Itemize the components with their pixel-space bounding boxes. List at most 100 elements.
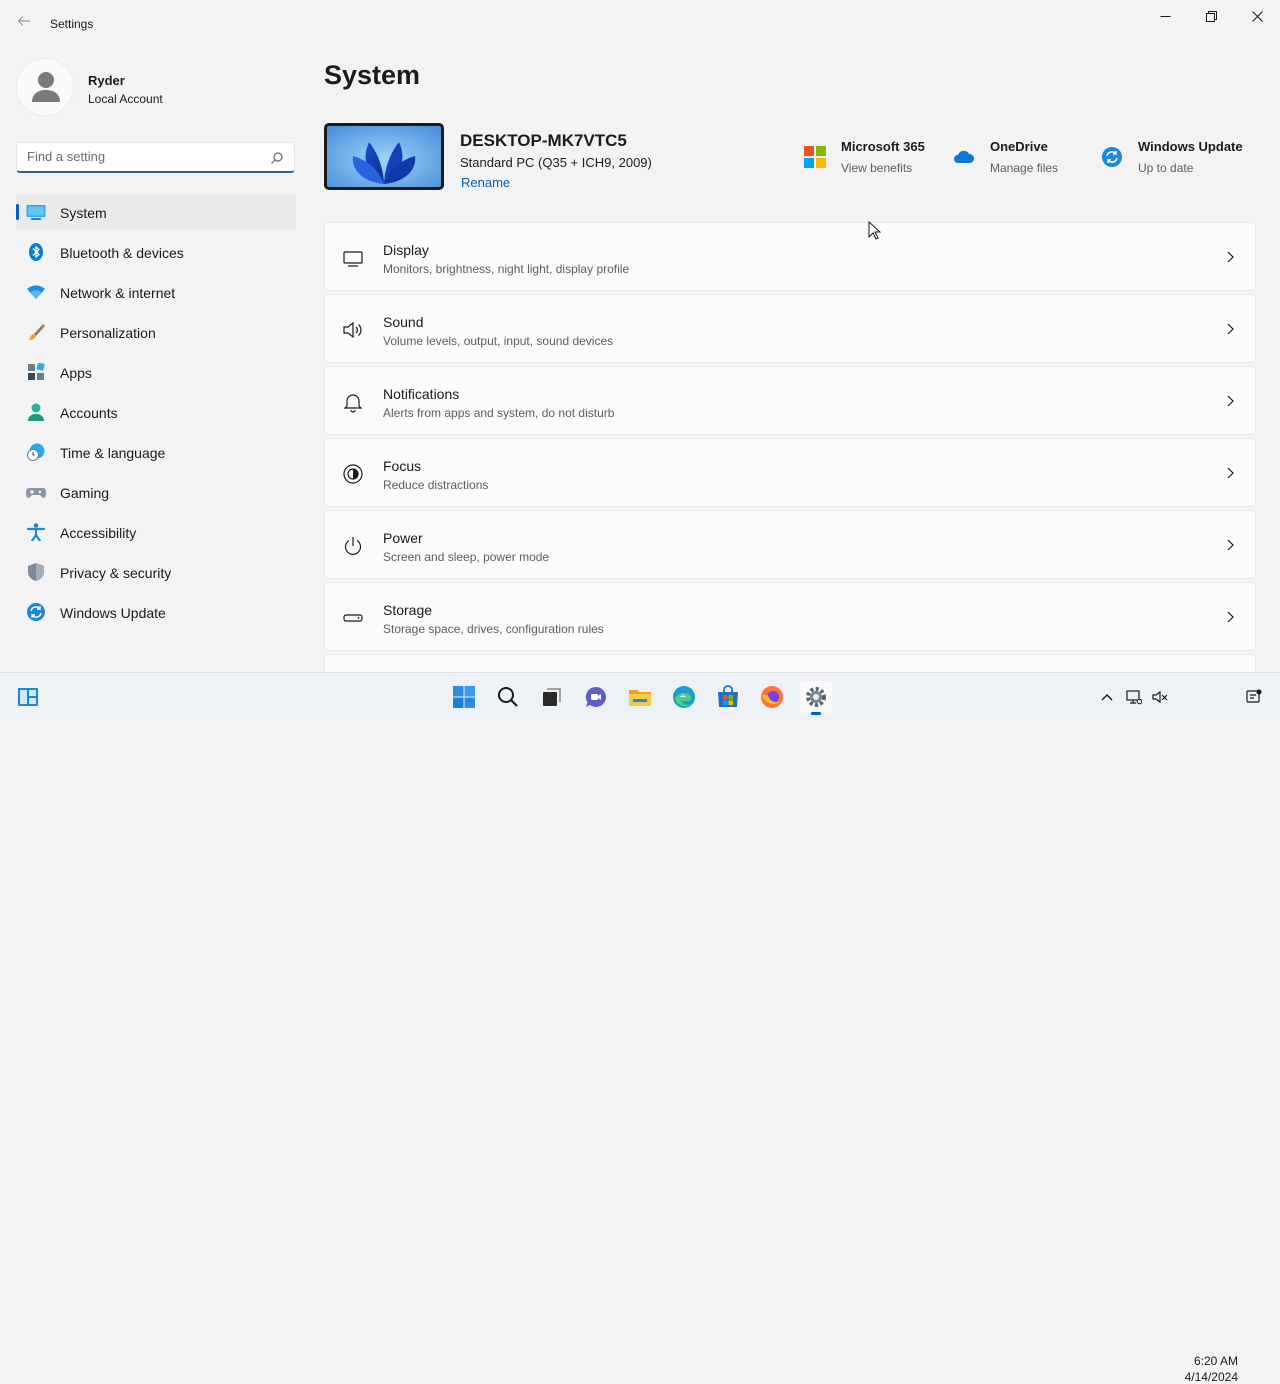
rename-link[interactable]: Rename (461, 175, 510, 190)
device-wallpaper-thumbnail (324, 123, 444, 190)
windows-bloom-wallpaper-icon (327, 126, 441, 187)
minimize-button[interactable] (1142, 0, 1188, 32)
sidebar-item-label: Bluetooth & devices (60, 245, 184, 261)
back-button[interactable] (12, 12, 36, 36)
sound-card[interactable]: Sound Volume levels, output, input, soun… (324, 294, 1256, 363)
card-title: Focus (383, 458, 422, 474)
mouse-cursor-icon (868, 221, 882, 240)
task-view-button[interactable] (536, 681, 568, 713)
start-icon (453, 686, 475, 708)
quick-link-subtitle: Manage files (990, 161, 1059, 175)
clock-globe-icon (27, 443, 45, 461)
card-title: Notifications (383, 386, 460, 402)
quick-link-title: OneDrive (990, 139, 1048, 154)
task-view-icon (543, 688, 561, 706)
sidebar-item-label: Accounts (60, 405, 118, 421)
chevron-right-icon (1227, 395, 1234, 407)
display-card[interactable]: Display Monitors, brightness, night ligh… (324, 222, 1256, 291)
chevron-right-icon (1227, 323, 1234, 335)
sidebar-item-label: Time & language (60, 445, 166, 461)
card-subtitle: Volume levels, output, input, sound devi… (383, 334, 614, 348)
next-card-partial[interactable] (324, 654, 1256, 674)
close-icon (1251, 10, 1263, 22)
sidebar-item-apps[interactable]: Apps (16, 354, 296, 390)
sidebar-item-privacy[interactable]: Privacy & security (16, 554, 296, 590)
notifications-card[interactable]: Notifications Alerts from apps and syste… (324, 366, 1256, 435)
search-icon (498, 687, 518, 707)
sidebar-item-label: Personalization (60, 325, 156, 341)
sidebar-item-network[interactable]: Network & internet (16, 274, 296, 310)
active-app-indicator (811, 712, 821, 715)
monitor-icon (343, 251, 363, 267)
power-icon (344, 537, 362, 555)
sidebar-item-windows-update[interactable]: Windows Update (16, 594, 296, 630)
user-profile[interactable]: Ryder Local Account (16, 58, 296, 116)
search-input[interactable] (27, 149, 257, 164)
settings-taskbar-button[interactable] (800, 681, 832, 715)
sidebar-item-gaming[interactable]: Gaming (16, 474, 296, 510)
system-icon (26, 205, 46, 220)
accounts-icon (28, 403, 44, 421)
search-taskbar-button[interactable] (492, 681, 524, 713)
settings-cards: Display Monitors, brightness, night ligh… (324, 222, 1256, 677)
sidebar-item-bluetooth[interactable]: Bluetooth & devices (16, 234, 296, 270)
volume-muted-icon[interactable] (1152, 689, 1168, 705)
bluetooth-icon (29, 243, 43, 261)
firefox-button[interactable] (756, 681, 788, 713)
chevron-up-icon[interactable] (1099, 689, 1115, 705)
focus-card[interactable]: Focus Reduce distractions (324, 438, 1256, 507)
sidebar-item-label: Network & internet (60, 285, 176, 301)
settings-window: Settings Ryder Local Account System (0, 0, 1280, 674)
card-subtitle: Storage space, drives, configuration rul… (383, 622, 604, 636)
search-icon[interactable] (270, 151, 284, 165)
start-button[interactable] (448, 681, 480, 713)
brush-icon (29, 324, 45, 340)
edge-button[interactable] (668, 681, 700, 713)
sidebar-item-system[interactable]: System (16, 194, 296, 230)
store-icon (718, 685, 738, 707)
sidebar-item-label: Gaming (60, 485, 110, 501)
network-tray-icon[interactable] (1126, 689, 1142, 705)
card-subtitle: Alerts from apps and system, do not dist… (383, 406, 615, 420)
sidebar-item-time-language[interactable]: Time & language (16, 434, 296, 470)
sidebar-item-personalization[interactable]: Personalization (16, 314, 296, 350)
sidebar-item-accessibility[interactable]: Accessibility (16, 514, 296, 550)
shield-icon (28, 563, 44, 581)
app-title: Settings (50, 17, 94, 31)
widgets-button[interactable] (12, 681, 44, 713)
chevron-right-icon (1227, 251, 1234, 263)
file-explorer-button[interactable] (624, 681, 656, 713)
account-type: Local Account (88, 92, 163, 106)
accessibility-icon (26, 523, 46, 541)
clock-time[interactable]: 6:20 AM (1188, 1354, 1238, 1368)
sidebar-item-label: Accessibility (60, 525, 137, 541)
sidebar-item-label: Apps (60, 365, 92, 381)
gamepad-icon (26, 488, 46, 498)
power-card[interactable]: Power Screen and sleep, power mode (324, 510, 1256, 579)
user-silhouette-icon (32, 72, 60, 102)
clock-date[interactable]: 4/14/2024 (1180, 1370, 1238, 1384)
sidebar-item-label: Windows Update (60, 605, 166, 621)
edge-icon (673, 686, 695, 708)
maximize-button[interactable] (1188, 0, 1234, 32)
store-button[interactable] (712, 681, 744, 713)
update-icon (1102, 147, 1122, 167)
update-icon (27, 603, 45, 621)
sidebar-item-label: Privacy & security (60, 565, 172, 581)
speaker-icon (343, 321, 362, 339)
chat-icon (585, 686, 606, 707)
storage-card[interactable]: Storage Storage space, drives, configura… (324, 582, 1256, 651)
file-explorer-icon (629, 690, 651, 706)
widgets-icon (18, 688, 38, 706)
sidebar-item-accounts[interactable]: Accounts (16, 394, 296, 430)
notification-center-icon[interactable] (1246, 689, 1262, 705)
quick-link-title: Microsoft 365 (841, 139, 925, 154)
device-name: DESKTOP-MK7VTC5 (460, 131, 627, 150)
card-title: Display (383, 242, 429, 258)
firefox-icon (761, 686, 783, 708)
search-box[interactable] (16, 142, 295, 173)
card-subtitle: Screen and sleep, power mode (383, 550, 550, 564)
card-title: Power (383, 530, 423, 546)
close-button[interactable] (1234, 0, 1280, 32)
chat-button[interactable] (580, 681, 612, 713)
